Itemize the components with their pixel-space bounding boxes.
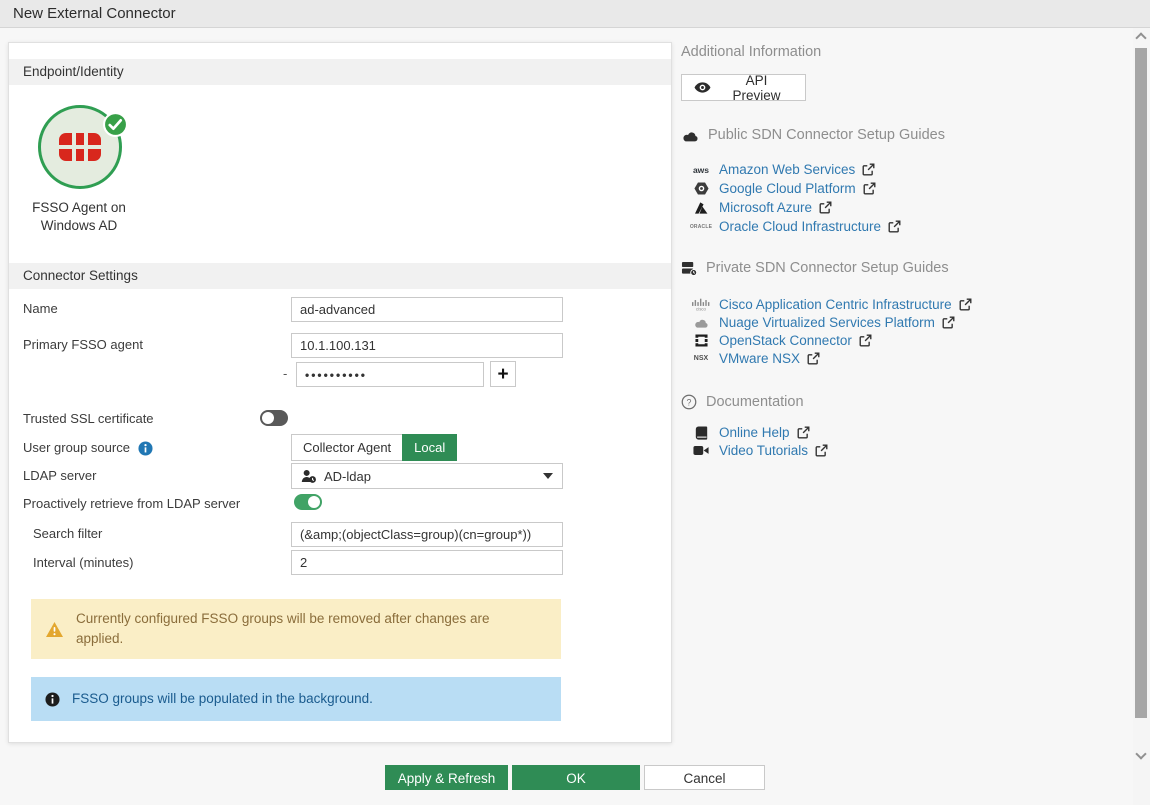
password-separator: - — [283, 366, 287, 381]
private-sdn-guides-heading: Private SDN Connector Setup Guides — [681, 260, 949, 276]
info-message: FSSO groups will be populated in the bac… — [31, 677, 561, 721]
link-microsoft-azure[interactable]: Microsoft Azure — [690, 198, 832, 217]
ldap-server-select[interactable]: AD-ldap — [291, 463, 563, 489]
link-label[interactable]: Google Cloud Platform — [719, 181, 856, 196]
cloud-icon — [681, 129, 699, 142]
selected-check-icon — [103, 112, 128, 140]
link-amazon-web-services[interactable]: aws Amazon Web Services — [690, 160, 875, 179]
connector-settings-section-header: Connector Settings — [9, 263, 671, 289]
svg-text:?: ? — [687, 397, 692, 407]
link-label[interactable]: Nuage Virtualized Services Platform — [719, 315, 935, 330]
user-group-source-label: User group source — [23, 439, 130, 457]
ldap-user-icon — [301, 469, 317, 484]
search-filter-input[interactable] — [291, 522, 563, 547]
scroll-up-icon[interactable] — [1135, 32, 1146, 43]
external-link-icon — [862, 163, 875, 176]
info-circle-icon — [45, 692, 60, 707]
public-sdn-guides-heading: Public SDN Connector Setup Guides — [681, 127, 945, 143]
connector-form-panel: Endpoint/Identity FSSO Agent on Windows … — [8, 42, 672, 743]
cisco-icon: cisco — [690, 298, 712, 311]
link-video-tutorials[interactable]: Video Tutorials — [690, 441, 828, 460]
link-label[interactable]: Microsoft Azure — [719, 200, 812, 215]
scroll-down-icon[interactable] — [1135, 748, 1146, 759]
api-preview-button[interactable]: API Preview — [681, 74, 806, 101]
link-cisco-aci[interactable]: cisco Cisco Application Centric Infrastr… — [690, 295, 972, 314]
link-vmware-nsx[interactable]: NSX VMware NSX — [690, 349, 820, 368]
local-option[interactable]: Local — [402, 434, 457, 461]
link-oracle-cloud-infrastructure[interactable]: ORACLE Oracle Cloud Infrastructure — [690, 217, 901, 236]
link-label[interactable]: Cisco Application Centric Infrastructure — [719, 297, 952, 312]
ok-button[interactable]: OK — [512, 765, 640, 790]
fortinet-logo-icon — [59, 133, 101, 161]
add-fsso-agent-button[interactable]: + — [490, 361, 516, 387]
aws-icon: aws — [690, 165, 712, 175]
info-text: FSSO groups will be populated in the bac… — [72, 689, 373, 709]
connector-type-label: FSSO Agent on Windows AD — [17, 199, 141, 235]
link-online-help[interactable]: Online Help — [690, 423, 810, 442]
collector-agent-option[interactable]: Collector Agent — [291, 434, 403, 461]
user-group-source-segment: Collector Agent Local — [291, 434, 457, 461]
documentation-heading: ? Documentation — [681, 394, 804, 410]
interval-label: Interval (minutes) — [33, 554, 295, 572]
external-link-icon — [819, 201, 832, 214]
video-camera-icon — [690, 445, 712, 456]
link-label[interactable]: OpenStack Connector — [719, 333, 852, 348]
external-link-icon — [888, 220, 901, 233]
link-label[interactable]: Online Help — [719, 425, 790, 440]
external-link-icon — [807, 352, 820, 365]
primary-fsso-agent-input[interactable] — [291, 333, 563, 358]
warning-message: Currently configured FSSO groups will be… — [31, 599, 561, 659]
link-label[interactable]: Video Tutorials — [719, 443, 808, 458]
link-label[interactable]: VMware NSX — [719, 351, 800, 366]
eye-icon — [694, 82, 711, 93]
scrollbar — [1133, 28, 1150, 805]
trusted-ssl-label: Trusted SSL certificate — [23, 410, 285, 428]
interval-input[interactable] — [291, 550, 563, 575]
primary-fsso-agent-label: Primary FSSO agent — [23, 336, 285, 354]
api-preview-label: API Preview — [720, 73, 793, 103]
fsso-password-input[interactable] — [296, 362, 484, 387]
name-input[interactable] — [291, 297, 563, 322]
link-openstack-connector[interactable]: OpenStack Connector — [690, 331, 872, 350]
external-link-icon — [863, 182, 876, 195]
external-link-icon — [959, 298, 972, 311]
svg-text:cisco: cisco — [696, 306, 707, 311]
azure-icon — [690, 202, 712, 214]
ldap-server-label: LDAP server — [23, 467, 285, 485]
link-google-cloud-platform[interactable]: Google Cloud Platform — [690, 179, 876, 198]
external-link-icon — [942, 316, 955, 329]
external-link-icon — [815, 444, 828, 457]
endpoint-identity-section-header: Endpoint/Identity — [9, 59, 671, 85]
oracle-icon: ORACLE — [690, 224, 712, 230]
additional-information-heading: Additional Information — [681, 44, 821, 60]
info-icon[interactable] — [138, 441, 153, 456]
warning-text: Currently configured FSSO groups will be… — [76, 609, 528, 648]
apply-refresh-button[interactable]: Apply & Refresh — [385, 765, 508, 790]
trusted-ssl-toggle[interactable] — [260, 410, 288, 426]
gcp-icon — [690, 182, 712, 195]
ldap-server-value: AD-ldap — [324, 469, 371, 484]
link-nuage-vsp[interactable]: Nuage Virtualized Services Platform — [690, 313, 955, 332]
link-label[interactable]: Amazon Web Services — [719, 162, 855, 177]
server-icon — [681, 261, 697, 276]
proactive-retrieve-label: Proactively retrieve from LDAP server — [23, 495, 285, 513]
question-circle-icon: ? — [681, 394, 697, 410]
external-link-icon — [797, 426, 810, 439]
external-link-icon — [859, 334, 872, 347]
dropdown-caret-icon — [543, 473, 553, 479]
name-label: Name — [23, 300, 285, 318]
nuage-icon — [690, 317, 712, 328]
warning-icon — [45, 621, 64, 638]
scrollbar-thumb[interactable] — [1135, 48, 1147, 718]
proactive-retrieve-toggle[interactable] — [294, 494, 322, 510]
book-icon — [690, 426, 712, 440]
user-group-source-row: User group source — [23, 439, 285, 457]
nsx-icon: NSX — [690, 355, 712, 362]
link-label[interactable]: Oracle Cloud Infrastructure — [719, 219, 881, 234]
page-title: New External Connector — [0, 0, 1150, 28]
search-filter-label: Search filter — [33, 525, 295, 543]
openstack-icon — [690, 334, 712, 347]
cancel-button[interactable]: Cancel — [644, 765, 765, 790]
